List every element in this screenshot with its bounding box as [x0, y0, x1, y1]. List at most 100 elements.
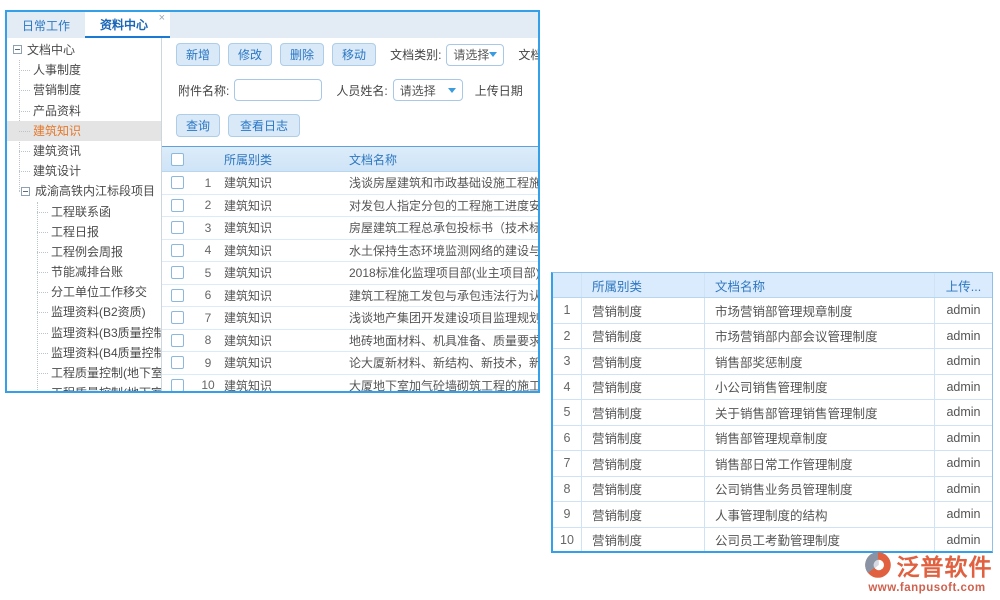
table-row[interactable]: 1 营销制度 市场营销部管理规章制度 admin — [553, 298, 992, 324]
row-category: 建筑知识 — [224, 309, 349, 326]
table-row[interactable]: 2 建筑知识 对发包人指定分包的工程施工进度安排... — [162, 195, 538, 218]
table-row[interactable]: 3 建筑知识 房屋建筑工程总承包投标书（技术标）... — [162, 217, 538, 240]
row-checkbox[interactable] — [171, 244, 184, 257]
delete-button[interactable]: 删除 — [280, 43, 324, 66]
row-category: 营销制度 — [581, 400, 704, 425]
tree-item[interactable]: 工程日报 — [7, 222, 161, 242]
tree-item[interactable]: 监理资料(B2资质) — [7, 302, 161, 322]
row-checkbox[interactable] — [171, 221, 184, 234]
tab-label: 日常工作 — [22, 17, 70, 34]
table-row[interactable]: 5 建筑知识 2018标准化监理项目部(业主项目部)人员... — [162, 262, 538, 285]
select-all-checkbox[interactable] — [171, 153, 184, 166]
tree-item[interactable]: 产品资料 — [7, 101, 161, 121]
row-uploader: admin — [934, 324, 992, 349]
tree-item[interactable]: 人事制度 — [7, 60, 161, 80]
row-docname: 公司销售业务员管理制度 — [704, 477, 934, 502]
tree-item-partial[interactable]: 工程质量控制(地下室) — [7, 383, 161, 391]
table-row[interactable]: 4 建筑知识 水土保持生态环境监测网络的建设与资... — [162, 240, 538, 263]
modify-button[interactable]: 修改 — [228, 43, 272, 66]
query-button[interactable]: 查询 — [176, 114, 220, 137]
table-row[interactable]: 7 建筑知识 浅谈地产集团开发建设项目监理规划编... — [162, 307, 538, 330]
collapse-icon[interactable] — [21, 187, 30, 196]
row-index: 1 — [553, 298, 581, 323]
tree-item-document-center[interactable]: 文档中心 — [7, 40, 161, 60]
row-uploader: admin — [934, 400, 992, 425]
table-row[interactable]: 6 营销制度 销售部管理规章制度 admin — [553, 426, 992, 452]
docname-column-header: 文档名称 — [349, 151, 538, 168]
row-category: 建筑知识 — [224, 242, 349, 259]
table-row[interactable]: 4 营销制度 小公司销售管理制度 admin — [553, 375, 992, 401]
row-index: 10 — [192, 378, 224, 391]
tree-item[interactable]: 分工单位工作移交 — [7, 282, 161, 302]
row-category: 营销制度 — [581, 426, 704, 451]
row-checkbox[interactable] — [171, 199, 184, 212]
row-checkbox[interactable] — [171, 311, 184, 324]
row-category: 营销制度 — [581, 502, 704, 527]
tree-item[interactable]: 建筑设计 — [7, 161, 161, 181]
tree-item[interactable]: 工程例会周报 — [7, 242, 161, 262]
tree-item-selected[interactable]: 建筑知识 — [7, 121, 161, 141]
row-category: 建筑知识 — [224, 354, 349, 371]
row-docname: 市场营销部内部会议管理制度 — [704, 324, 934, 349]
table-row[interactable]: 8 营销制度 公司销售业务员管理制度 admin — [553, 477, 992, 503]
row-docname: 水土保持生态环境监测网络的建设与资... — [349, 242, 538, 259]
row-checkbox[interactable] — [171, 334, 184, 347]
row-index: 7 — [553, 451, 581, 476]
table-row[interactable]: 6 建筑知识 建筑工程施工发包与承包违法行为认定... — [162, 285, 538, 308]
table-row[interactable]: 9 营销制度 人事管理制度的结构 admin — [553, 502, 992, 528]
row-uploader: admin — [934, 426, 992, 451]
row-checkbox[interactable] — [171, 176, 184, 189]
row-docname: 论大厦新材料、新结构、新技术，新工... — [349, 354, 538, 371]
fanpu-logo-icon — [862, 549, 894, 581]
tab-data-center[interactable]: 资料中心 × — [85, 12, 170, 38]
tree-item[interactable]: 工程质量控制(地下室) — [7, 363, 161, 383]
row-checkbox[interactable] — [171, 356, 184, 369]
view-log-button[interactable]: 查看日志 — [228, 114, 300, 137]
row-index: 1 — [192, 176, 224, 190]
row-index: 5 — [192, 266, 224, 280]
row-category: 建筑知识 — [224, 174, 349, 191]
table-row[interactable]: 10 建筑知识 大厦地下室加气砼墙砌筑工程的施工方... — [162, 375, 538, 392]
table-row[interactable]: 9 建筑知识 论大厦新材料、新结构、新技术，新工... — [162, 352, 538, 375]
row-docname: 对发包人指定分包的工程施工进度安排... — [349, 197, 538, 214]
row-category: 建筑知识 — [224, 219, 349, 236]
table-header-row: 所属别类 文档名称 上传... — [553, 273, 992, 298]
row-checkbox[interactable] — [171, 266, 184, 279]
tree-item[interactable]: 工程联系函 — [7, 202, 161, 222]
table-row[interactable]: 2 营销制度 市场营销部内部会议管理制度 admin — [553, 324, 992, 350]
row-docname: 人事管理制度的结构 — [704, 502, 934, 527]
row-category: 建筑知识 — [224, 287, 349, 304]
person-name-select[interactable]: 请选择 — [393, 79, 463, 101]
table-row[interactable]: 7 营销制度 销售部日常工作管理制度 admin — [553, 451, 992, 477]
move-button[interactable]: 移动 — [332, 43, 376, 66]
tab-daily-work[interactable]: 日常工作 — [7, 12, 85, 38]
table-row[interactable]: 5 营销制度 关于销售部管理销售管理制度 admin — [553, 400, 992, 426]
tree-item-project[interactable]: 成渝高铁内江标段项目 — [7, 181, 161, 201]
row-index: 9 — [192, 356, 224, 370]
row-index: 8 — [553, 477, 581, 502]
row-uploader: admin — [934, 349, 992, 374]
tree-item[interactable]: 监理资料(B3质量控制) — [7, 323, 161, 343]
row-checkbox[interactable] — [171, 289, 184, 302]
tree-item[interactable]: 监理资料(B4质量控制) — [7, 343, 161, 363]
tree-item[interactable]: 节能减排台账 — [7, 262, 161, 282]
row-uploader: admin — [934, 451, 992, 476]
table-row[interactable]: 1 建筑知识 浅谈房屋建筑和市政基础设施工程施工... — [162, 172, 538, 195]
table-row[interactable]: 3 营销制度 销售部奖惩制度 admin — [553, 349, 992, 375]
row-checkbox[interactable] — [171, 379, 184, 391]
tree-item[interactable]: 营销制度 — [7, 80, 161, 100]
doc-name-label-partial: 文档 — [518, 46, 538, 63]
row-category: 营销制度 — [581, 375, 704, 400]
new-button[interactable]: 新增 — [176, 43, 220, 66]
tree-item[interactable]: 建筑资讯 — [7, 141, 161, 161]
doc-category-select[interactable]: 请选择 — [446, 44, 504, 66]
row-docname: 浅谈地产集团开发建设项目监理规划编... — [349, 309, 538, 326]
attachment-name-input[interactable] — [234, 79, 322, 101]
tab-label: 资料中心 — [100, 16, 148, 33]
fanpu-logo: 泛普软件 www.fanpusoft.com — [858, 548, 996, 594]
table-row[interactable]: 8 建筑知识 地砖地面材料、机具准备、质量要求及... — [162, 330, 538, 353]
close-icon[interactable]: × — [159, 13, 165, 24]
collapse-icon[interactable] — [13, 45, 22, 54]
row-docname: 销售部日常工作管理制度 — [704, 451, 934, 476]
row-index: 10 — [553, 528, 581, 553]
